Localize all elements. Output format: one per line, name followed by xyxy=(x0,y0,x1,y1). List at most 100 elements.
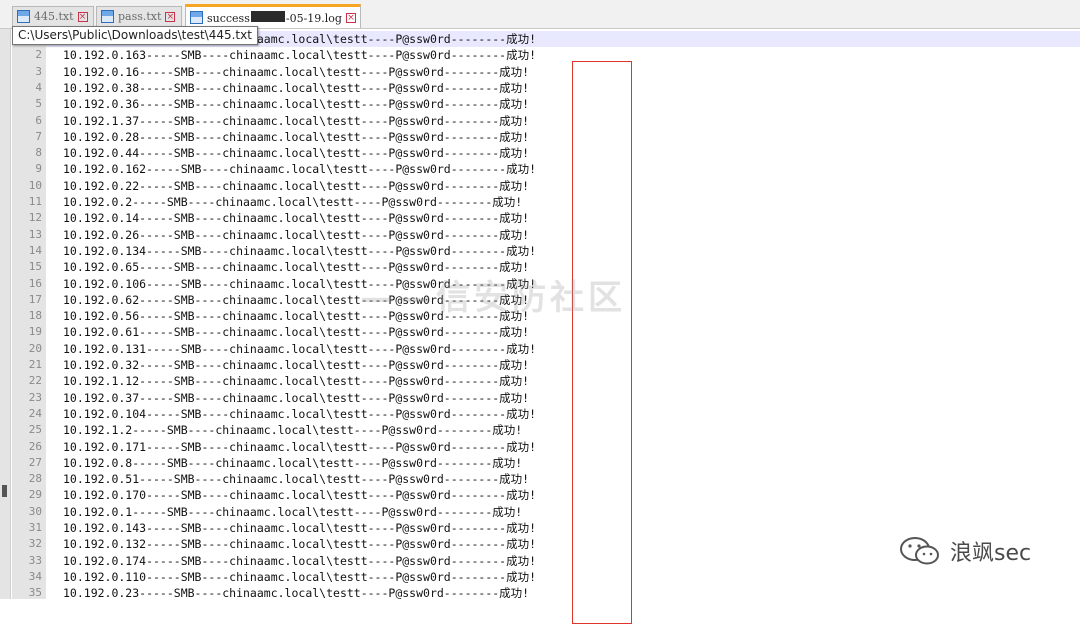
tab-445-txt[interactable]: 445.txt × xyxy=(12,6,94,26)
line-number: 18 xyxy=(28,309,42,323)
code-line[interactable]: 7 10.192.0.28-----SMB----chinaamc.local\t… xyxy=(35,129,1080,145)
code-line[interactable]: 25 10.192.1.2-----SMB----chinaamc.local\t… xyxy=(29,422,1080,438)
line-text: 10.192.0.132-----SMB----chinaamc.local\t… xyxy=(63,537,537,552)
line-number: 32 xyxy=(28,537,42,551)
line-number: 4 xyxy=(35,80,42,94)
code-line[interactable]: 10 10.192.0.22-----SMB----chinaamc.local\… xyxy=(29,178,1080,194)
code-line[interactable]: 31 10.192.0.143-----SMB----chinaamc.local… xyxy=(29,520,1080,536)
code-line[interactable]: 11 10.192.0.2-----SMB----chinaamc.local\t… xyxy=(29,194,1080,210)
line-text: 10.192.0.170-----SMB----chinaamc.local\t… xyxy=(63,488,537,503)
tab-success-log[interactable]: success -05-19.log × xyxy=(185,4,361,28)
line-text: 10.192.0.134-----SMB----chinaamc.local\t… xyxy=(63,243,537,258)
code-line[interactable]: 30 10.192.0.1-----SMB----chinaamc.local\t… xyxy=(29,504,1080,520)
code-line[interactable]: 16 10.192.0.106-----SMB----chinaamc.local… xyxy=(29,276,1080,292)
line-number: 16 xyxy=(28,276,42,290)
line-text: 10.192.1.2-----SMB----chinaamc.local\tes… xyxy=(63,423,523,438)
code-line[interactable]: 6 10.192.1.37-----SMB----chinaamc.local\t… xyxy=(35,113,1080,129)
line-number: 7 xyxy=(35,129,42,143)
code-line[interactable]: 14 10.192.0.134-----SMB----chinaamc.local… xyxy=(29,243,1080,259)
brand-name: 浪飒sec xyxy=(950,541,1032,566)
code-line[interactable]: 4 10.192.0.38-----SMB----chinaamc.local\t… xyxy=(35,80,1080,96)
line-text: 10.192.0.51-----SMB----chinaamc.local\te… xyxy=(63,472,530,487)
tab-bar: 445.txt × pass.txt × success -05-19.log × xyxy=(0,0,1080,29)
file-icon xyxy=(190,11,203,24)
code-line[interactable]: 2 10.192.0.163-----SMB----chinaamc.local\… xyxy=(35,47,1080,63)
line-number: 12 xyxy=(28,211,42,225)
line-text: 10.192.0.104-----SMB----chinaamc.local\t… xyxy=(63,406,537,421)
wechat-icon xyxy=(900,537,939,565)
line-number: 10 xyxy=(28,178,42,192)
code-line[interactable]: 24 10.192.0.104-----SMB----chinaamc.local… xyxy=(29,406,1080,422)
line-text: 10.192.0.22-----SMB----chinaamc.local\te… xyxy=(63,178,530,193)
brand-badge: 浪飒sec xyxy=(898,535,1031,567)
line-number: 31 xyxy=(28,521,42,534)
code-line[interactable]: 27 10.192.0.8-----SMB----chinaamc.local\t… xyxy=(29,455,1080,471)
line-text: 10.192.0.62-----SMB----chinaamc.local\te… xyxy=(63,292,530,307)
code-line[interactable]: 19 10.192.0.61-----SMB----chinaamc.local\… xyxy=(29,324,1080,340)
line-number: 28 xyxy=(28,472,42,486)
file-icon xyxy=(17,10,30,23)
tab-label: success -05-19.log xyxy=(207,10,342,25)
code-line[interactable]: 12 10.192.0.14-----SMB----chinaamc.local\… xyxy=(29,210,1080,226)
code-line[interactable]: 9 10.192.0.162-----SMB----chinaamc.local\… xyxy=(35,161,1080,177)
line-number: 3 xyxy=(35,64,42,78)
line-text: 10.192.0.38-----SMB----chinaamc.local\te… xyxy=(63,80,530,95)
close-tab-icon[interactable]: × xyxy=(165,11,176,22)
code-line[interactable]: 23 10.192.0.37-----SMB----chinaamc.local\… xyxy=(29,390,1080,406)
line-number: 33 xyxy=(28,553,42,567)
code-line[interactable]: 3 10.192.0.16-----SMB----chinaamc.local\t… xyxy=(35,64,1080,80)
line-number: 14 xyxy=(28,243,42,257)
file-icon xyxy=(101,10,114,23)
line-text: 10.192.0.56-----SMB----chinaamc.local\te… xyxy=(63,309,530,324)
line-number: 26 xyxy=(28,439,42,453)
line-text: 10.192.0.162-----SMB----chinaamc.local\t… xyxy=(63,162,537,177)
code-line[interactable]: 8 10.192.0.44-----SMB----chinaamc.local\t… xyxy=(35,145,1080,161)
code-line[interactable]: 13 10.192.0.26-----SMB----chinaamc.local\… xyxy=(29,227,1080,243)
close-tab-icon[interactable]: × xyxy=(345,12,356,23)
code-line[interactable]: 28 10.192.0.51-----SMB----chinaamc.local\… xyxy=(29,471,1080,487)
tab-pass-txt[interactable]: pass.txt × xyxy=(96,6,182,26)
line-number: 13 xyxy=(28,227,42,241)
line-number: 20 xyxy=(28,341,42,355)
line-number: 22 xyxy=(28,374,42,388)
line-text: 10.192.0.1-----SMB----chinaamc.local\tes… xyxy=(63,504,523,519)
line-text: 10.192.0.65-----SMB----chinaamc.local\te… xyxy=(63,260,530,275)
line-text: 10.192.0.28-----SMB----chinaamc.local\te… xyxy=(63,129,530,144)
redaction-block xyxy=(250,10,285,22)
line-text: 10.192.0.44-----SMB----chinaamc.local\te… xyxy=(63,146,530,161)
line-text: 10.192.0.32-----SMB----chinaamc.local\te… xyxy=(63,358,530,372)
code-lines[interactable]: 110.192.0.■■■-----SMB----chinaamc.local\… xyxy=(29,29,1080,600)
line-text: 10.192.0.14-----SMB----chinaamc.local\te… xyxy=(63,211,530,226)
tab-label: pass.txt xyxy=(118,10,162,23)
code-line[interactable]: 18 10.192.0.56-----SMB----chinaamc.local\… xyxy=(29,308,1080,324)
line-text: 10.192.0.16-----SMB----chinaamc.local\te… xyxy=(63,64,530,79)
line-text: 10.192.0.110-----SMB----chinaamc.local\t… xyxy=(63,569,537,584)
line-number: 25 xyxy=(28,423,42,437)
line-number: 6 xyxy=(35,113,42,127)
line-number: 21 xyxy=(28,358,42,371)
line-text: 10.192.0.37-----SMB----chinaamc.local\te… xyxy=(63,390,530,405)
line-number: 30 xyxy=(28,504,42,518)
line-number: 19 xyxy=(28,325,42,339)
code-line[interactable]: 5 10.192.0.36-----SMB----chinaamc.local\t… xyxy=(35,96,1080,112)
file-path-tooltip: C:\Users\Public\Downloads\test\445.txt xyxy=(12,26,258,45)
line-text: 10.192.0.174-----SMB----chinaamc.local\t… xyxy=(63,553,537,568)
code-line[interactable]: 29 10.192.0.170-----SMB----chinaamc.local… xyxy=(29,487,1080,503)
line-text: 10.192.0.26-----SMB----chinaamc.local\te… xyxy=(63,227,530,242)
code-line[interactable]: 26 10.192.0.171-----SMB----chinaamc.local… xyxy=(29,439,1080,455)
line-number: 29 xyxy=(28,488,42,502)
code-line[interactable]: 21 10.192.0.32-----SMB----chinaamc.local\… xyxy=(29,357,1080,373)
line-number: 11 xyxy=(28,195,42,208)
line-number: 5 xyxy=(35,97,42,111)
code-line[interactable]: 15 10.192.0.65-----SMB----chinaamc.local\… xyxy=(29,259,1080,275)
editor-area[interactable]: 110.192.0.■■■-----SMB----chinaamc.local\… xyxy=(0,29,1080,624)
code-line[interactable]: 34 10.192.0.110-----SMB----chinaamc.local… xyxy=(29,569,1080,585)
code-line[interactable]: 20 10.192.0.131-----SMB----chinaamc.local… xyxy=(29,341,1080,357)
close-tab-icon[interactable]: × xyxy=(77,11,88,22)
line-text: 10.192.0.143-----SMB----chinaamc.local\t… xyxy=(63,521,537,535)
tab-label: 445.txt xyxy=(34,10,74,23)
line-text: 10.192.0.171-----SMB----chinaamc.local\t… xyxy=(63,439,537,454)
code-line[interactable]: 22 10.192.1.12-----SMB----chinaamc.local\… xyxy=(29,373,1080,389)
code-line[interactable]: 17 10.192.0.62-----SMB----chinaamc.local\… xyxy=(29,292,1080,308)
line-number: 2 xyxy=(35,48,42,62)
